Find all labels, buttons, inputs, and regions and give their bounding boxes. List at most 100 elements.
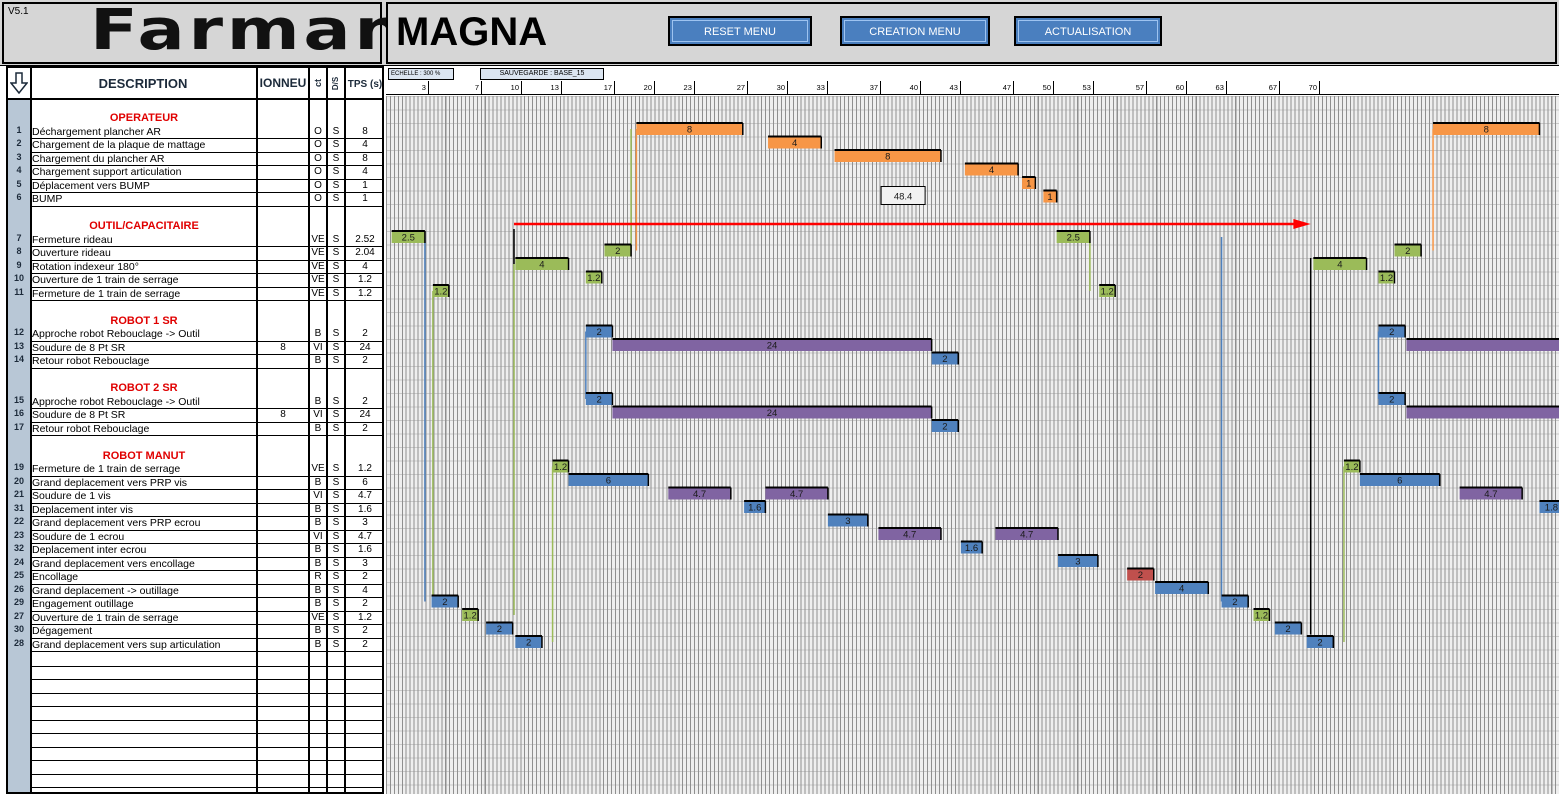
gantt-bar-label: 2 (1232, 597, 1237, 608)
task-tps: 1.6 (358, 503, 372, 515)
task-tps: 2 (362, 395, 368, 407)
task-ds: S (332, 571, 340, 582)
task-description: Deplacement inter vis (32, 503, 133, 516)
gantt-bar-label: 2 (615, 246, 620, 257)
gantt-bar-label: 1 (1047, 192, 1052, 203)
task-ds: S (332, 166, 340, 177)
task-tps: 1.2 (358, 274, 372, 285)
gantt-bar-label: 1.2 (554, 462, 567, 473)
row-number: 4 (16, 165, 22, 175)
task-description: Chargement de la plaque de mattage (32, 139, 206, 151)
task-tps: 1 (362, 193, 368, 204)
task-type: VE (311, 247, 325, 258)
task-ds: S (332, 422, 340, 434)
task-tps: 2 (362, 598, 368, 609)
task-description: Fermeture rideau (32, 233, 113, 246)
task-quantity (258, 544, 308, 557)
task-quantity (258, 585, 308, 598)
task-quantity (258, 396, 308, 409)
row-divider (30, 773, 382, 775)
task-quantity (258, 612, 308, 625)
actualisation-button[interactable]: ACTUALISATION (1014, 16, 1162, 46)
row-number: 30 (13, 624, 24, 634)
gantt-bar-label: 4.7 (1020, 530, 1033, 541)
task-type: R (314, 571, 322, 582)
task-quantity (258, 423, 308, 436)
row-divider (30, 205, 382, 207)
task-description: Retour robot Rebouclage (32, 355, 150, 367)
gantt-bar (1406, 339, 1559, 351)
task-type: B (314, 598, 322, 609)
row-number: 7 (16, 232, 22, 243)
gantt-bar-label: 2 (1285, 624, 1290, 635)
task-tps: 1.6 (358, 544, 372, 555)
task-tps: 8 (362, 152, 368, 164)
task-quantity (258, 126, 308, 139)
cycle-arrow-head-icon (1293, 219, 1311, 229)
row-number: 8 (16, 246, 22, 256)
task-ds: S (332, 598, 340, 609)
task-ds: S (332, 625, 340, 636)
task-quantity (258, 166, 308, 179)
task-description: Soudure de 1 vis (32, 490, 111, 502)
gantt-bar-label: 1 (1026, 179, 1031, 190)
gantt-bars: 8 8484112.5 2.52 24 41.2 1.21.2 1.22 22422 22421… (391, 122, 1559, 649)
task-quantity (258, 490, 308, 503)
gantt-bar-label: 4.7 (790, 489, 803, 500)
reset-menu-button[interactable]: RESET MENU (668, 16, 812, 46)
task-description: Dégagement (32, 625, 93, 637)
task-type: O (314, 125, 322, 137)
gantt-bar-label: 2 (497, 624, 502, 635)
row-number: 17 (13, 421, 24, 432)
task-description: Déchargement plancher AR (32, 125, 161, 138)
task-quantity (258, 261, 308, 274)
task-tps: 1 (362, 179, 368, 191)
gantt-bar-label: 1.2 (464, 611, 477, 622)
task-description: Ouverture de 1 train de serrage (32, 274, 179, 286)
task-quantity (258, 288, 308, 301)
row-number: 22 (13, 516, 24, 526)
row-divider (30, 300, 382, 301)
task-description: Grand deplacement vers PRP vis (32, 476, 188, 489)
gantt-bar (1406, 406, 1559, 419)
row-divider (30, 651, 382, 652)
task-quantity (258, 355, 308, 368)
actualisation-label: ACTUALISATION (1018, 20, 1158, 42)
creation-menu-button[interactable]: CREATION MENU (840, 16, 990, 46)
task-ds: S (332, 557, 340, 569)
task-description: Chargement du plancher AR (32, 152, 165, 165)
col-ct: ct (310, 68, 326, 98)
task-ds: S (332, 125, 340, 137)
row-number: 27 (13, 610, 24, 621)
col-ds: D/S (328, 68, 344, 98)
task-quantity (258, 153, 308, 166)
row-number: 16 (13, 408, 24, 418)
task-type: VE (311, 463, 325, 474)
task-quantity (258, 639, 308, 652)
task-ds: S (332, 233, 340, 245)
gantt-bar-label: 3 (1075, 557, 1080, 568)
task-description: Soudure de 1 ecrou (32, 530, 125, 543)
down-arrow-icon[interactable] (8, 68, 30, 98)
task-tps: 1.2 (358, 611, 372, 623)
gantt-bar-label: 2 (1405, 246, 1410, 257)
task-quantity (258, 180, 308, 193)
gantt-bar-label: 1.2 (1380, 273, 1393, 284)
gantt-bar-label: 2 (596, 327, 601, 338)
row-number: 19 (13, 462, 24, 472)
reset-menu-label: RESET MENU (672, 20, 808, 42)
row-number: 14 (13, 354, 24, 364)
gantt-bar-label: 3 (845, 516, 850, 527)
task-ds: S (332, 544, 340, 555)
task-ds: S (332, 584, 340, 596)
task-ds: S (332, 328, 340, 339)
gantt-bar-label: 4.7 (903, 530, 916, 541)
task-tps: 4.7 (358, 530, 372, 542)
task-quantity (258, 193, 308, 206)
task-ds: S (332, 355, 340, 366)
gantt-bar-label: 6 (1397, 476, 1402, 487)
task-quantity (258, 274, 308, 287)
col-ionneu: IONNEU (259, 76, 307, 90)
task-type: VE (311, 233, 325, 245)
gantt-bar-label: 2 (942, 422, 947, 433)
